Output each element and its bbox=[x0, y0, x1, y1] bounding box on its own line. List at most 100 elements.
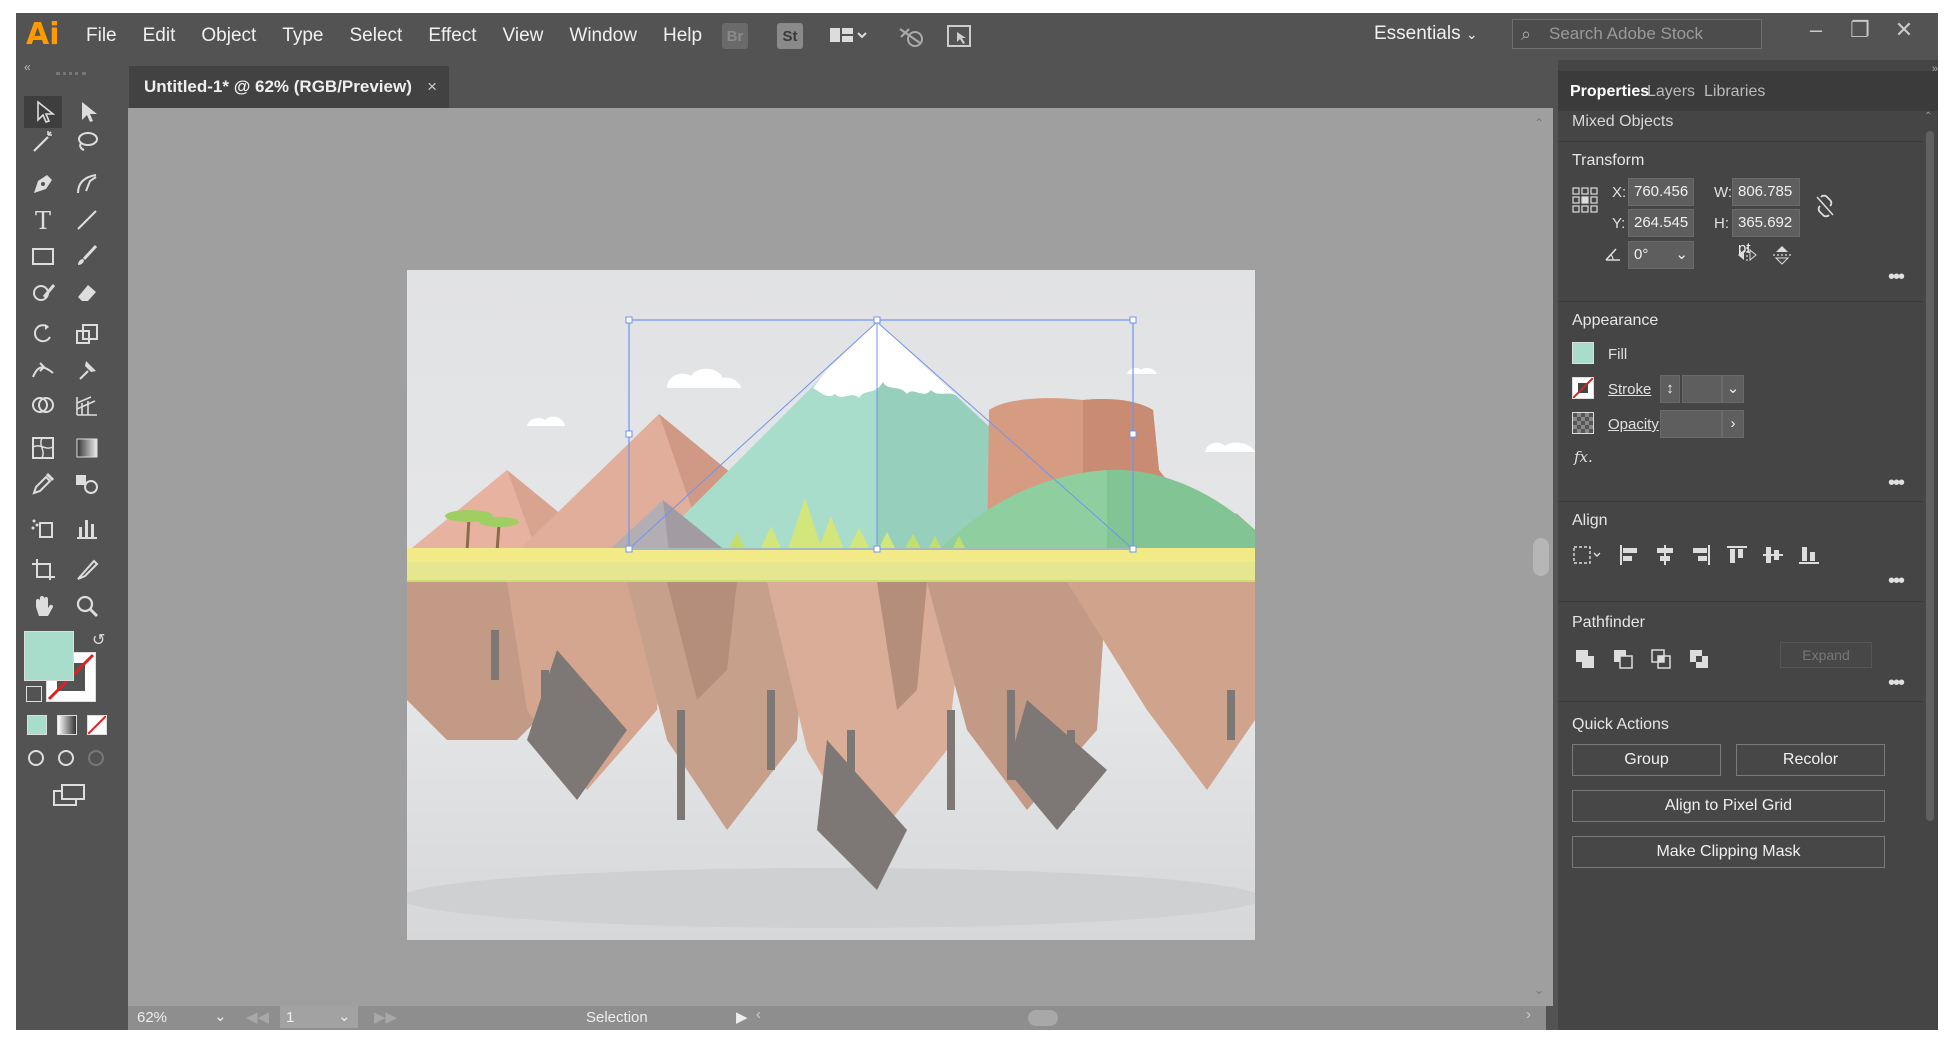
default-fill-stroke-icon[interactable] bbox=[26, 686, 42, 702]
shaper-tool-icon[interactable] bbox=[24, 276, 62, 308]
magic-wand-tool-icon[interactable] bbox=[24, 126, 62, 158]
eyedropper-tool-icon[interactable] bbox=[24, 468, 62, 500]
gradient-tool-icon[interactable] bbox=[68, 432, 106, 464]
rectangle-tool-icon[interactable] bbox=[24, 240, 62, 272]
curvature-tool-icon[interactable] bbox=[68, 168, 106, 200]
align-bottom-icon[interactable] bbox=[1798, 544, 1820, 571]
align-left-icon[interactable] bbox=[1618, 544, 1640, 571]
close-tab-icon[interactable]: × bbox=[427, 66, 437, 108]
scale-tool-icon[interactable] bbox=[68, 318, 106, 350]
scroll-up-icon[interactable]: ⌃ bbox=[1534, 116, 1544, 130]
perspective-grid-tool-icon[interactable] bbox=[68, 390, 106, 422]
touch-workspace-icon[interactable] bbox=[944, 23, 974, 49]
panel-scrollbar[interactable]: ⌃ bbox=[1924, 111, 1936, 1030]
stroke-weight-stepper[interactable]: ↕ bbox=[1660, 375, 1680, 403]
scroll-left-icon[interactable]: ‹ bbox=[756, 1006, 761, 1023]
stroke-weight-dropdown[interactable]: ⌄ bbox=[1722, 375, 1744, 403]
constrain-proportions-icon[interactable] bbox=[1814, 194, 1836, 223]
arrange-documents-icon[interactable] bbox=[826, 23, 872, 49]
blend-tool-icon[interactable] bbox=[68, 468, 106, 500]
rotate-field[interactable]: 0° ⌄ bbox=[1628, 241, 1694, 269]
stroke-weight-field[interactable] bbox=[1682, 375, 1722, 403]
draw-behind-icon[interactable] bbox=[58, 750, 74, 766]
paintbrush-tool-icon[interactable] bbox=[68, 240, 106, 272]
width-tool-icon[interactable] bbox=[24, 354, 62, 386]
vertical-scrollbar[interactable]: ⌃ ⌄ bbox=[1531, 108, 1553, 1006]
align-more-icon[interactable]: ••• bbox=[1888, 570, 1905, 593]
artboard-dropdown-icon[interactable]: ⌄ bbox=[338, 1007, 351, 1025]
collapse-icon[interactable]: « bbox=[24, 60, 31, 74]
color-mode-icon[interactable] bbox=[27, 715, 47, 735]
align-to-selection-icon[interactable] bbox=[1572, 544, 1604, 571]
first-artboard-icon[interactable]: ◀◀ bbox=[246, 1008, 269, 1026]
bridge-icon[interactable]: Br bbox=[722, 23, 748, 49]
pathfinder-more-icon[interactable]: ••• bbox=[1888, 672, 1905, 695]
menu-window[interactable]: Window bbox=[569, 25, 637, 47]
type-tool-icon[interactable]: T bbox=[24, 204, 62, 236]
grip-handle[interactable] bbox=[56, 72, 86, 75]
recolor-button[interactable]: Recolor bbox=[1736, 744, 1885, 776]
selection-tool-icon[interactable] bbox=[24, 96, 62, 128]
h-field[interactable]: 365.692 pt bbox=[1732, 209, 1800, 257]
next-artboard-icon[interactable]: ▶▶ bbox=[374, 1008, 397, 1026]
search-adobe-stock-input[interactable]: ⌕ Search Adobe Stock bbox=[1512, 19, 1762, 49]
align-horizontal-center-icon[interactable] bbox=[1654, 544, 1676, 571]
mesh-tool-icon[interactable] bbox=[24, 432, 62, 464]
rotate-tool-icon[interactable] bbox=[24, 318, 62, 350]
pathfinder-unite-icon[interactable] bbox=[1574, 648, 1596, 675]
puppet-warp-tool-icon[interactable] bbox=[68, 354, 106, 386]
w-field[interactable]: 806.785 pt bbox=[1732, 178, 1800, 226]
lasso-tool-icon[interactable] bbox=[68, 126, 106, 158]
align-vertical-center-icon[interactable] bbox=[1762, 544, 1784, 571]
menu-effect[interactable]: Effect bbox=[428, 25, 476, 47]
menu-view[interactable]: View bbox=[503, 25, 544, 47]
menu-type[interactable]: Type bbox=[282, 25, 323, 47]
direct-selection-tool-icon[interactable] bbox=[68, 96, 106, 128]
opacity-field[interactable] bbox=[1660, 410, 1722, 438]
fill-color-swatch[interactable] bbox=[1572, 342, 1594, 364]
screen-mode-icon[interactable] bbox=[52, 783, 86, 812]
minimize-icon[interactable]: – bbox=[1794, 17, 1838, 43]
vertical-scroll-thumb[interactable] bbox=[1533, 538, 1549, 576]
zoom-level[interactable]: 62% bbox=[137, 1009, 167, 1026]
tab-layers[interactable]: Layers bbox=[1647, 83, 1695, 101]
stroke-label[interactable]: Stroke bbox=[1608, 381, 1651, 398]
transform-more-icon[interactable]: ••• bbox=[1888, 266, 1905, 289]
tab-libraries[interactable]: Libraries bbox=[1704, 83, 1765, 101]
scroll-right-icon[interactable]: › bbox=[1526, 1006, 1531, 1023]
pen-tool-icon[interactable] bbox=[24, 168, 62, 200]
fill-swatch[interactable] bbox=[24, 631, 74, 681]
menu-edit[interactable]: Edit bbox=[143, 25, 176, 47]
pathfinder-exclude-icon[interactable] bbox=[1688, 648, 1710, 675]
effects-fx-icon[interactable]: fx. bbox=[1574, 448, 1593, 466]
hand-tool-icon[interactable] bbox=[24, 590, 62, 622]
y-field[interactable]: 264.545 pt bbox=[1628, 209, 1694, 257]
flip-vertical-icon[interactable] bbox=[1772, 244, 1792, 271]
restore-icon[interactable]: ❐ bbox=[1838, 17, 1882, 43]
align-to-pixel-grid-button[interactable]: Align to Pixel Grid bbox=[1572, 790, 1885, 822]
zoom-dropdown-icon[interactable]: ⌄ bbox=[214, 1007, 227, 1025]
menu-object[interactable]: Object bbox=[201, 25, 256, 47]
stroke-color-swatch[interactable] bbox=[1572, 377, 1594, 399]
panel-scroll-up-icon[interactable]: ⌃ bbox=[1924, 111, 1936, 122]
x-field[interactable]: 760.456 pt bbox=[1628, 178, 1694, 226]
tab-properties[interactable]: Properties bbox=[1570, 83, 1649, 101]
none-mode-icon[interactable] bbox=[87, 715, 107, 735]
menu-file[interactable]: File bbox=[86, 25, 117, 47]
line-tool-icon[interactable] bbox=[68, 204, 106, 236]
opacity-expand-icon[interactable]: › bbox=[1722, 410, 1744, 438]
horizontal-scroll-thumb[interactable] bbox=[1028, 1010, 1058, 1026]
pathfinder-minus-front-icon[interactable] bbox=[1612, 648, 1634, 675]
group-button[interactable]: Group bbox=[1572, 744, 1721, 776]
slice-tool-icon[interactable] bbox=[68, 554, 106, 586]
artboard-tool-icon[interactable] bbox=[24, 554, 62, 586]
menu-help[interactable]: Help bbox=[663, 25, 702, 47]
artboard[interactable] bbox=[407, 270, 1255, 940]
close-window-icon[interactable]: ✕ bbox=[1882, 17, 1926, 43]
appearance-more-icon[interactable]: ••• bbox=[1888, 472, 1905, 495]
shape-builder-tool-icon[interactable] bbox=[24, 390, 62, 422]
document-tab[interactable]: Untitled-1* @ 62% (RGB/Preview) × bbox=[129, 66, 449, 108]
opacity-label[interactable]: Opacity bbox=[1608, 416, 1659, 433]
status-menu-icon[interactable]: ▶ bbox=[736, 1008, 748, 1026]
pathfinder-intersect-icon[interactable] bbox=[1650, 648, 1672, 675]
